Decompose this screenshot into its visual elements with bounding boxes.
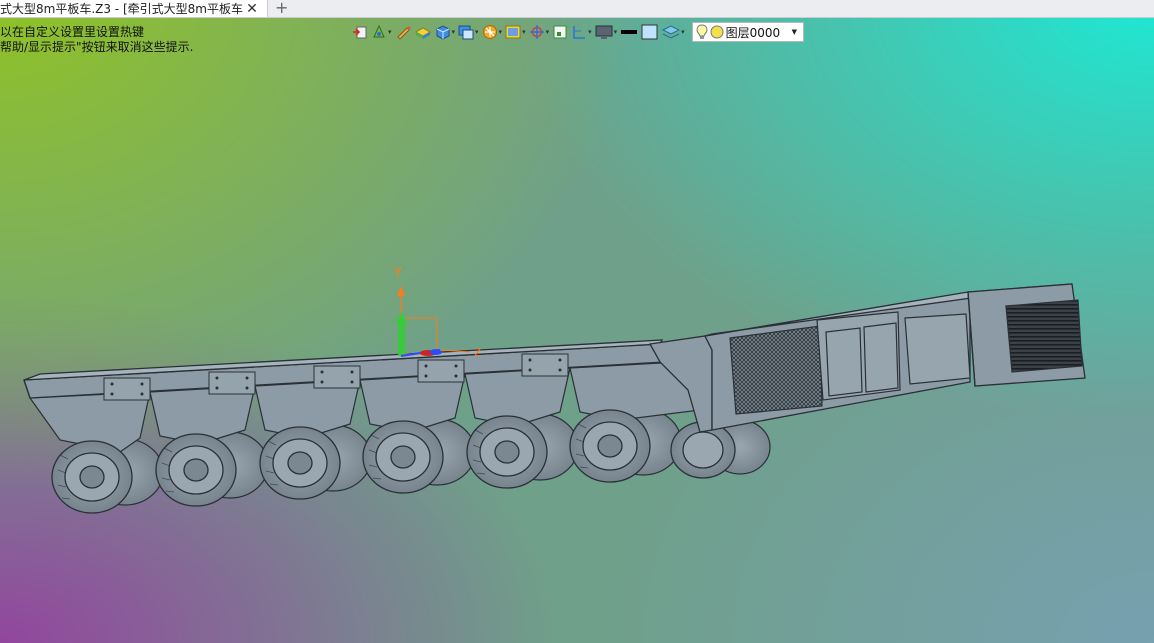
- view-toolbar: ▾ ▾ ▾ ▾ ▾ ▾ ▾ ▾ ▾ 图层0000 ▼: [352, 22, 804, 42]
- vent-mesh-panel: [729, 325, 823, 415]
- triad-z-label: Z: [474, 346, 482, 359]
- layer-name: 图层0000: [725, 25, 781, 40]
- lightbulb-icon[interactable]: [696, 24, 708, 40]
- filter-icon[interactable]: ▾: [482, 23, 503, 41]
- trailer-3d-model[interactable]: Y Z: [0, 0, 1154, 643]
- coordinate-triad: [395, 286, 471, 357]
- chevron-down-icon[interactable]: ▾: [452, 28, 456, 36]
- chevron-down-icon[interactable]: ▾: [614, 28, 618, 36]
- chevron-down-icon[interactable]: ▾: [475, 28, 479, 36]
- chevron-down-icon[interactable]: ▾: [546, 28, 550, 36]
- chevron-down-icon[interactable]: ▾: [588, 28, 592, 36]
- rear-grill: [1005, 299, 1083, 373]
- background-icon[interactable]: ▾: [505, 23, 526, 41]
- exit-sketch-icon[interactable]: [352, 23, 368, 41]
- layers-icon[interactable]: ▾: [662, 23, 685, 41]
- document-tab[interactable]: 式大型8m平板车.Z3 - [牵引式大型8m平板车] ✕: [0, 0, 268, 17]
- document-tab-bar: 式大型8m平板车.Z3 - [牵引式大型8m平板车] ✕ +: [0, 0, 1154, 18]
- document-tab-label: 式大型8m平板车.Z3 - [牵引式大型8m平板车]: [0, 2, 244, 16]
- snap-target-icon[interactable]: ▾: [529, 23, 550, 41]
- chevron-down-icon[interactable]: ▾: [388, 28, 392, 36]
- hint-line-2: 帮助/显示提示"按钮来取消这些提示.: [0, 40, 194, 54]
- layer-selector[interactable]: 图层0000 ▼: [691, 22, 804, 42]
- grid-icon[interactable]: [552, 23, 568, 41]
- triad-y-label: Y: [393, 266, 402, 281]
- display-mode-icon[interactable]: ▾: [458, 23, 479, 41]
- chevron-down-icon[interactable]: ▾: [522, 28, 526, 36]
- line-color-icon[interactable]: [620, 23, 638, 41]
- dimension-icon[interactable]: ▾: [571, 23, 592, 41]
- chevron-down-icon[interactable]: ▼: [792, 28, 797, 36]
- cube-view-icon[interactable]: ▾: [435, 23, 456, 41]
- close-tab-icon[interactable]: ✕: [244, 1, 260, 17]
- view-direction-icon[interactable]: ▾: [371, 23, 392, 41]
- monitor-icon[interactable]: ▾: [595, 23, 618, 41]
- new-tab-icon[interactable]: +: [275, 0, 288, 17]
- chevron-down-icon[interactable]: ▾: [499, 28, 503, 36]
- layer-color-icon: [710, 25, 724, 39]
- sketch-pencil-icon[interactable]: [395, 23, 411, 41]
- graphics-viewport[interactable]: Y Z 式大型8m平板车.Z3 - [牵引式大型8m平板车] ✕ + 以在自定义…: [0, 0, 1154, 643]
- fill-color-icon[interactable]: [641, 23, 659, 41]
- chevron-down-icon[interactable]: ▾: [681, 28, 685, 36]
- render-mode-icon[interactable]: [414, 23, 432, 41]
